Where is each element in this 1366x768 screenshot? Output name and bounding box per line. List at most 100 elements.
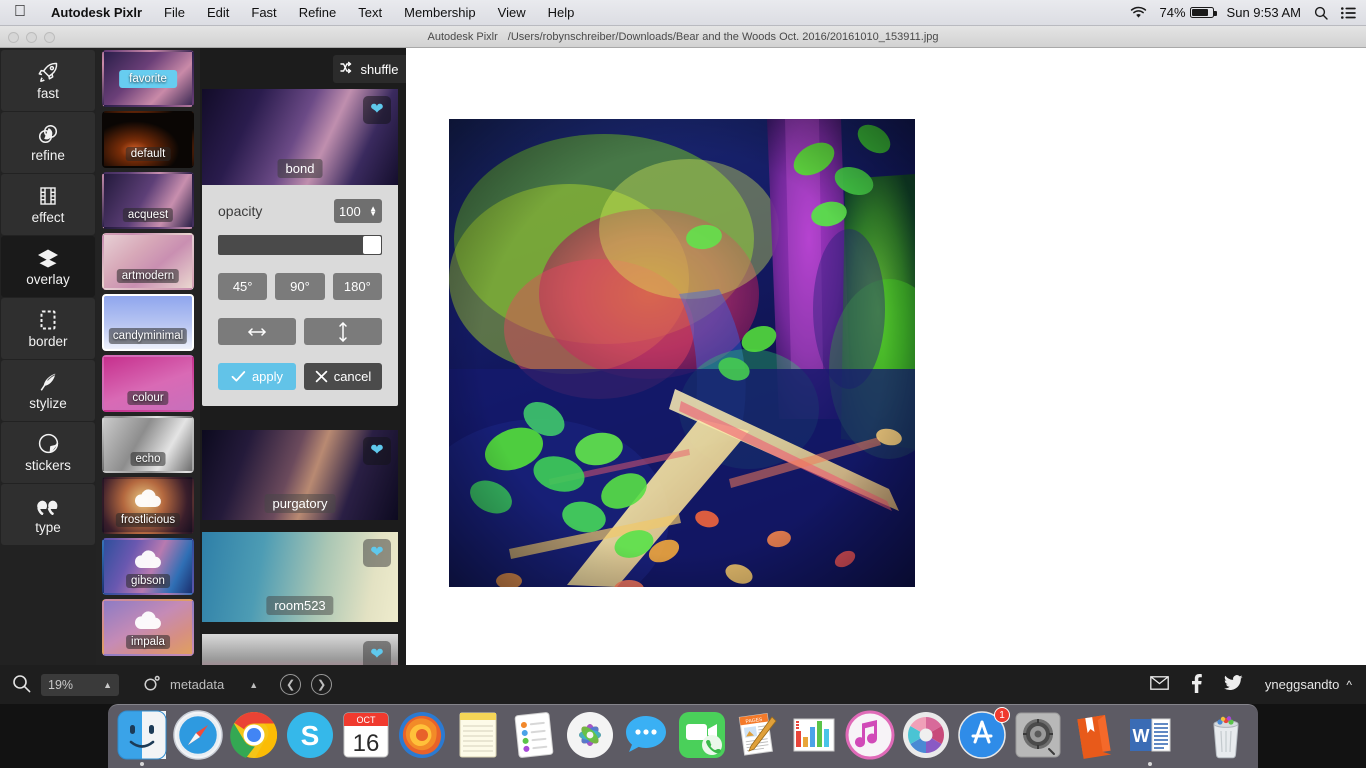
preset-candyminimal[interactable]: candyminimal (102, 294, 194, 351)
next-image-button[interactable]: ❯ (311, 674, 333, 695)
shuffle-button[interactable]: shuffle (333, 55, 406, 83)
sidebar-item-effect[interactable]: effect (1, 174, 95, 235)
sidebar-item-type[interactable]: type (1, 484, 95, 545)
metadata-toggle[interactable]: metadata ▲ (143, 675, 258, 695)
dock-item-notes[interactable] (452, 709, 504, 761)
flip-horizontal-button[interactable] (218, 318, 296, 345)
favorite-toggle-purgatory[interactable]: ❤ (363, 437, 391, 465)
notification-center-icon[interactable] (1341, 6, 1356, 19)
preset-favorite[interactable]: favorite (102, 50, 194, 107)
apply-button[interactable]: apply (218, 363, 296, 390)
menu-item-edit[interactable]: Edit (196, 0, 240, 26)
dock-item-messages[interactable] (620, 709, 672, 761)
menu-item-view[interactable]: View (487, 0, 537, 26)
account-name: yneggsandto (1264, 677, 1340, 692)
sidebar-label-stylize: stylize (29, 395, 67, 411)
sidebar-label-stickers: stickers (25, 457, 71, 473)
dock-item-calendar[interactable]: OCT 16 (340, 709, 392, 761)
dock-item-chrome[interactable] (228, 709, 280, 761)
rotate-45-button[interactable]: 45° (218, 273, 268, 300)
spotlight-search-icon[interactable] (1314, 6, 1328, 20)
zoom-button[interactable] (44, 32, 55, 43)
sidebar-item-stylize[interactable]: stylize (1, 360, 95, 421)
menu-item-help[interactable]: Help (537, 0, 586, 26)
overlay-preview-next[interactable]: ❤ (202, 634, 398, 665)
preset-label: default (125, 147, 171, 161)
dock-item-trash[interactable] (1200, 709, 1252, 761)
sidebar-item-stickers[interactable]: stickers (1, 422, 95, 483)
apple-logo-icon[interactable]:  (14, 3, 26, 20)
sidebar-item-refine[interactable]: refine (1, 112, 95, 173)
cancel-button[interactable]: cancel (304, 363, 382, 390)
dock-item-skype[interactable]: S (284, 709, 336, 761)
sidebar-item-overlay[interactable]: overlay (1, 236, 95, 297)
dock-item-ibooks[interactable] (1068, 709, 1120, 761)
account-menu[interactable]: yneggsandto ^ (1265, 677, 1352, 692)
dock-item-numbers[interactable] (788, 709, 840, 761)
close-button[interactable] (8, 32, 19, 43)
edited-photo[interactable] (449, 119, 915, 587)
menu-bar-status-items: 74% Sun 9:53 AM (1130, 5, 1366, 20)
minimize-button[interactable] (26, 32, 37, 43)
overlay-preview-room523[interactable]: ❤ room523 (202, 532, 398, 622)
preset-default[interactable]: default (102, 111, 194, 168)
twitter-icon[interactable] (1223, 675, 1243, 694)
dock-item-microsoft-word[interactable]: W (1124, 709, 1176, 766)
overlay-card-room523[interactable]: ❤ room523 (202, 532, 398, 622)
dock-item-itunes[interactable] (844, 709, 896, 761)
overlay-card-purgatory[interactable]: ❤ purgatory (202, 430, 398, 520)
opacity-slider[interactable] (218, 235, 382, 255)
menu-item-file[interactable]: File (153, 0, 196, 26)
menu-item-fast[interactable]: Fast (240, 0, 287, 26)
menu-item-refine[interactable]: Refine (288, 0, 348, 26)
dock-item-pages[interactable]: PAGES (732, 709, 784, 761)
dock-item-finder[interactable] (116, 709, 168, 766)
overlay-preset-list[interactable]: favorite default acquest artmodern candy… (96, 48, 200, 665)
dock-item-safari[interactable] (172, 709, 224, 761)
canvas-area[interactable] (406, 48, 1366, 665)
dock-item-pixlr[interactable] (900, 709, 952, 761)
facebook-icon[interactable] (1191, 673, 1202, 696)
preset-frostlicious[interactable]: frostlicious (102, 477, 194, 534)
opacity-stepper[interactable]: 100 ▲ ▼ (334, 199, 382, 223)
menu-item-membership[interactable]: Membership (393, 0, 487, 26)
dock-item-reminders[interactable] (508, 709, 560, 761)
previous-image-button[interactable]: ❮ (280, 674, 302, 695)
rotate-90-button[interactable]: 90° (275, 273, 325, 300)
magnifier-icon[interactable] (12, 674, 31, 696)
flip-vertical-button[interactable] (304, 318, 382, 345)
window-traffic-lights[interactable] (8, 32, 55, 43)
opacity-slider-handle[interactable] (363, 236, 381, 254)
favorite-toggle-bond[interactable]: ❤ (363, 96, 391, 124)
dock-item-firefox[interactable] (396, 709, 448, 761)
preset-artmodern[interactable]: artmodern (102, 233, 194, 290)
menu-item-text[interactable]: Text (347, 0, 393, 26)
envelope-icon[interactable] (1150, 676, 1169, 693)
favorite-toggle-room523[interactable]: ❤ (363, 539, 391, 567)
zoom-level-dropdown[interactable]: 19% ▲ (41, 673, 119, 696)
menu-bar-clock[interactable]: Sun 9:53 AM (1227, 5, 1301, 20)
battery-status[interactable]: 74% (1160, 5, 1217, 20)
preset-colour[interactable]: colour (102, 355, 194, 412)
overlay-card-next[interactable]: ❤ (202, 634, 398, 665)
preset-gibson[interactable]: gibson (102, 538, 194, 595)
dock-item-facetime[interactable] (676, 709, 728, 761)
rotate-180-button[interactable]: 180° (332, 273, 382, 300)
dock-item-photos[interactable] (564, 709, 616, 761)
overlay-preview-purgatory[interactable]: ❤ purgatory (202, 430, 398, 520)
overlay-preview-bond[interactable]: ❤ bond (202, 89, 398, 185)
favorite-toggle-next[interactable]: ❤ (363, 641, 391, 665)
rotate-button-row: 45° 90° 180° (218, 273, 382, 300)
dock-item-system-preferences[interactable] (1012, 709, 1064, 761)
preset-acquest[interactable]: acquest (102, 172, 194, 229)
sidebar-item-border[interactable]: border (1, 298, 95, 359)
metadata-chevron-icon[interactable]: ▲ (249, 680, 258, 690)
menu-app-name[interactable]: Autodesk Pixlr (40, 0, 153, 26)
layers-diamond-icon (35, 247, 61, 269)
sidebar-item-fast[interactable]: fast (1, 50, 95, 111)
dock-item-app-store[interactable]: 1 (956, 707, 1010, 761)
preset-echo[interactable]: echo (102, 416, 194, 473)
stepper-arrows-icon[interactable]: ▲ ▼ (369, 205, 377, 218)
wifi-icon[interactable] (1130, 6, 1147, 19)
preset-impala[interactable]: impala (102, 599, 194, 656)
